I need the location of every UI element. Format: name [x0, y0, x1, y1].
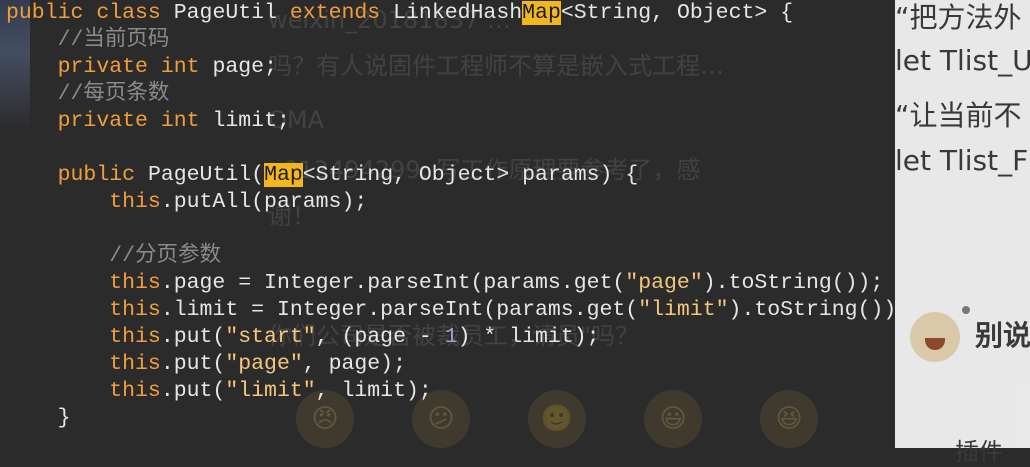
sidebar-footer: 插件	[955, 438, 1003, 466]
search-highlight: Map	[522, 1, 561, 25]
search-highlight: Map	[264, 163, 303, 187]
sidebar-line: let Tlist_U	[895, 44, 1030, 77]
code-line: }	[57, 406, 71, 430]
code-line: this.put("start", (page - 1) * limit);	[109, 325, 600, 349]
code-line: this.page = Integer.parseInt(params.get(…	[109, 271, 884, 295]
code-line: public class PageUtil extends LinkedHash…	[6, 1, 794, 25]
sidebar-line: let Tlist_F	[895, 144, 1029, 177]
code-line: //当前页码	[57, 28, 170, 52]
code-editor[interactable]: public class PageUtil extends LinkedHash…	[6, 0, 909, 432]
code-line: public PageUtil(Map<String, Object> para…	[57, 163, 639, 187]
code-line: this.put("page", page);	[109, 352, 406, 376]
code-line: this.putAll(params);	[109, 190, 368, 214]
sidebar-heading: 别说	[975, 319, 1030, 352]
code-line: private int limit;	[57, 109, 290, 133]
code-line: //每页条数	[57, 82, 170, 106]
background-sidebar: “把方法外 let Tlist_U “让当前不 let Tlist_F 别说 插…	[895, 0, 1030, 466]
code-line: private int page;	[57, 55, 277, 79]
sidebar-line: “让当前不	[895, 99, 1022, 132]
code-line: this.limit = Integer.parseInt(params.get…	[109, 298, 910, 322]
status-dot-icon	[962, 306, 970, 314]
code-line: //分页参数	[109, 244, 222, 268]
code-line: this.put("limit", limit);	[109, 379, 432, 403]
user-avatar	[910, 312, 960, 362]
sidebar-line: “把方法外	[895, 1, 1022, 34]
